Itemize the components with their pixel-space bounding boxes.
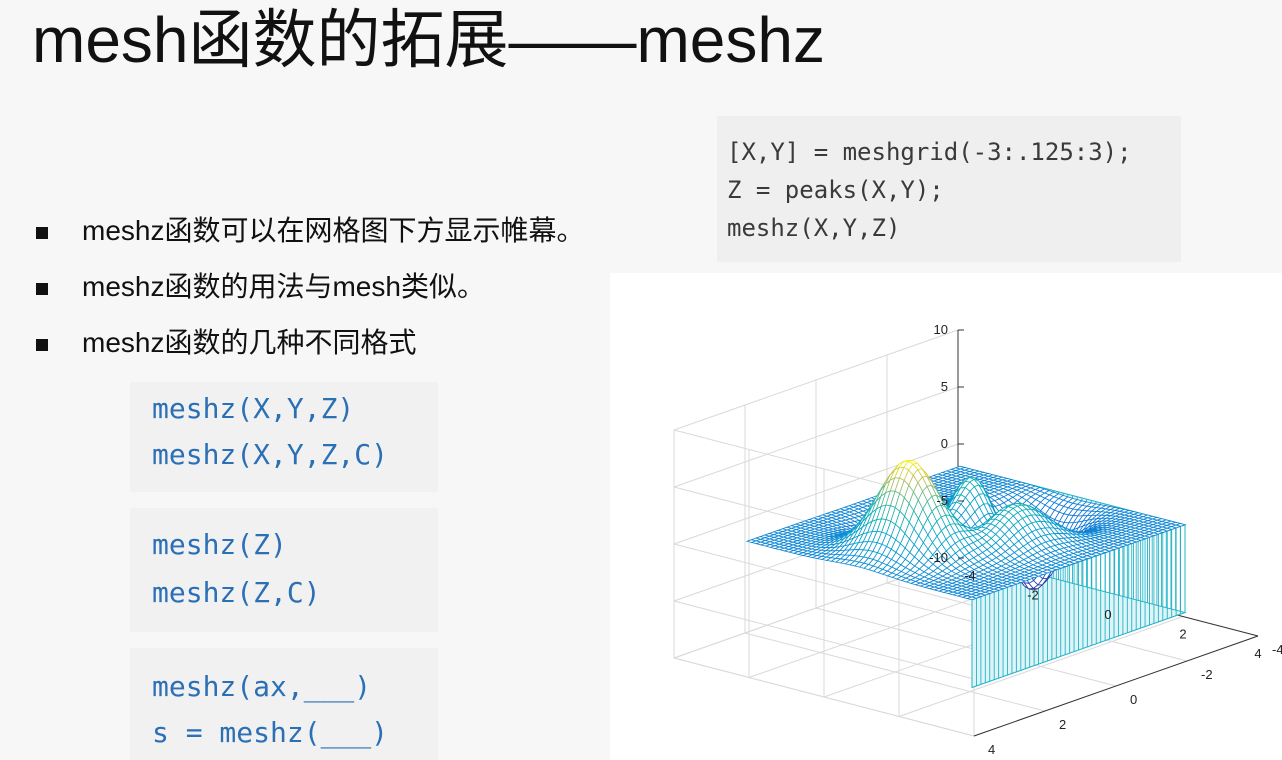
tick-label: -5 — [936, 493, 948, 508]
bullet-text: meshz函数的几种不同格式 — [82, 327, 417, 358]
tick-label: -4 — [1272, 642, 1282, 657]
bullet-text: meshz函数的用法与mesh类似。 — [82, 271, 485, 302]
tick-label: 0 — [941, 436, 948, 451]
syntax-line: meshz(Z) — [152, 528, 287, 561]
syntax-line: meshz(X,Y,Z) — [152, 392, 355, 425]
tick-label: 4 — [988, 742, 995, 757]
syntax-box: meshz(X,Y,Z) meshz(X,Y,Z,C) — [130, 382, 438, 492]
tick-label: -10 — [929, 550, 948, 565]
code-example: [X,Y] = meshgrid(-3:.125:3); Z = peaks(X… — [717, 116, 1181, 262]
syntax-line: meshz(X,Y,Z,C) — [152, 438, 389, 471]
tick-label: 0 — [1130, 692, 1137, 707]
code-line: meshz(X,Y,Z) — [727, 214, 901, 242]
bullet-marker — [36, 283, 48, 295]
tick-label: -2 — [1201, 667, 1213, 682]
tick-label: 2 — [1059, 717, 1066, 732]
bullet-marker — [36, 339, 48, 351]
tick-label: 4 — [1254, 646, 1261, 661]
syntax-line: s = meshz(___) — [152, 716, 389, 749]
meshz-plot: 10 5 0 -5 -10 -4 -2 0 2 4 4 2 0 -2 -4 — [610, 273, 1282, 760]
syntax-line: meshz(ax,___) — [152, 670, 372, 703]
syntax-line: meshz(Z,C) — [152, 576, 321, 609]
code-line: [X,Y] = meshgrid(-3:.125:3); — [727, 138, 1132, 166]
code-line: Z = peaks(X,Y); — [727, 176, 944, 204]
bullet-text: meshz函数可以在网格图下方显示帷幕。 — [82, 215, 585, 246]
syntax-box: meshz(Z) meshz(Z,C) — [130, 508, 438, 632]
tick-label: -2 — [1027, 588, 1039, 603]
tick-label: 5 — [941, 379, 948, 394]
meshz-plot-svg: 10 5 0 -5 -10 -4 -2 0 2 4 4 2 0 -2 -4 — [673, 322, 1282, 757]
tick-label: 0 — [1104, 607, 1111, 622]
slide-title: mesh函数的拓展——meshz — [32, 4, 825, 76]
tick-label: -4 — [964, 568, 976, 583]
syntax-box: meshz(ax,___) s = meshz(___) — [130, 648, 438, 760]
tick-label: 2 — [1179, 627, 1186, 642]
bullet-marker — [36, 227, 48, 239]
tick-label: 10 — [934, 322, 948, 337]
